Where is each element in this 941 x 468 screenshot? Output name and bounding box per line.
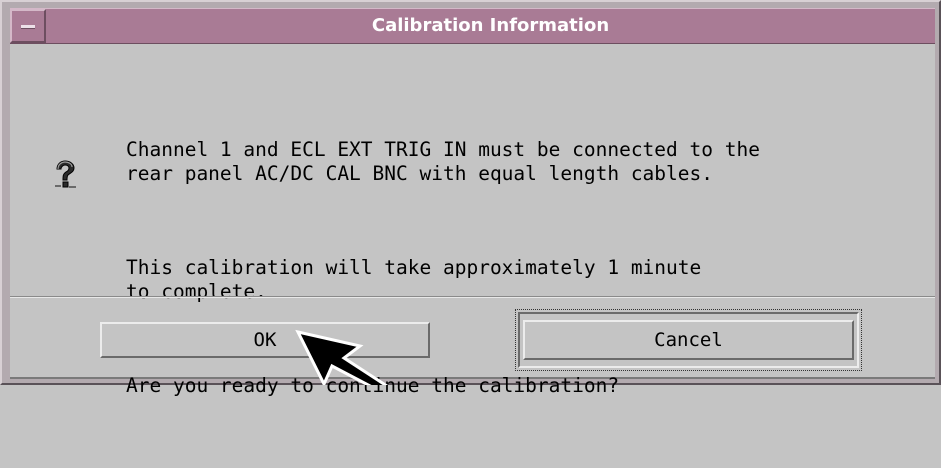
- message-line: rear panel AC/DC CAL BNC with equal leng…: [126, 162, 713, 185]
- button-separator: [10, 296, 935, 298]
- dialog-body: Channel 1 and ECL EXT TRIG IN must be co…: [10, 44, 935, 397]
- question-mark-icon: [55, 160, 76, 188]
- message-line: This calibration will take approximately…: [126, 256, 702, 279]
- message-line: Channel 1 and ECL EXT TRIG IN must be co…: [126, 138, 760, 161]
- dialog-window: Calibration Information Channel 1 and EC…: [0, 0, 941, 397]
- title-bar[interactable]: Calibration Information: [10, 8, 935, 44]
- arrow-cursor-icon: [295, 329, 389, 385]
- window-title: Calibration Information: [371, 15, 610, 36]
- message-line: Are you ready to continue the calibratio…: [126, 374, 620, 397]
- cancel-button[interactable]: Cancel: [523, 320, 854, 360]
- message-paragraph: Channel 1 and ECL EXT TRIG IN must be co…: [126, 138, 760, 186]
- window-menu-icon: [21, 25, 35, 29]
- message-line: to complete.: [126, 280, 267, 303]
- dialog-message: Channel 1 and ECL EXT TRIG IN must be co…: [126, 90, 760, 468]
- message-paragraph: Are you ready to continue the calibratio…: [126, 374, 760, 398]
- window-menu-button[interactable]: [10, 9, 46, 43]
